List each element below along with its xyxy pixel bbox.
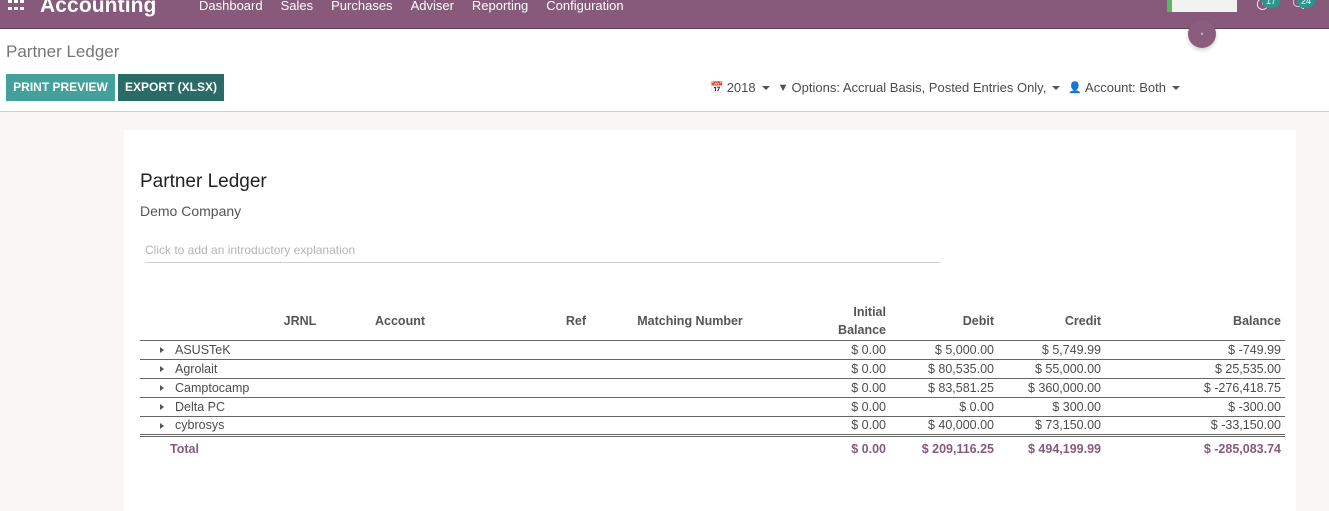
loading-indicator: • [1188, 20, 1216, 48]
partner-name: cybrosys [175, 418, 225, 432]
activity-count-badge: 17 [1262, 0, 1280, 8]
caret-down-icon [1052, 85, 1061, 90]
col-balance: Balance [1105, 302, 1285, 341]
partner-name: Camptocamp [175, 380, 250, 395]
col-partner [140, 302, 270, 341]
table-row[interactable]: Delta PC $ 0.00 $ 0.00 $ 300.00 $ -300.0… [140, 397, 1285, 417]
credit-cell: $ 73,150.00 [998, 416, 1105, 437]
debit-cell: $ 0.00 [890, 397, 998, 417]
col-credit: Credit [998, 302, 1105, 341]
intro-explanation-field[interactable]: Click to add an introductory explanation [145, 243, 940, 263]
total-label: Total [170, 441, 199, 456]
debit-cell: $ 40,000.00 [890, 416, 998, 437]
initial-balance-cell: $ 0.00 [790, 416, 890, 437]
table-row[interactable]: Camptocamp $ 0.00 $ 83,581.25 $ 360,000.… [140, 378, 1285, 398]
caret-right-icon[interactable] [160, 422, 164, 429]
initial-balance-cell: $ 0.00 [790, 340, 890, 360]
caret-right-icon[interactable] [160, 404, 164, 411]
menu-reporting[interactable]: Reporting [472, 0, 528, 13]
partner-cell[interactable]: cybrosys [140, 416, 270, 437]
partner-name: ASUSTeK [175, 342, 231, 357]
user-icon: 👤 [1068, 82, 1083, 94]
caret-down-icon [1172, 85, 1180, 90]
total-initial-balance: $ 0.00 [851, 441, 886, 456]
col-jrnl: JRNL [270, 302, 330, 341]
col-matching-number: Matching Number [590, 302, 790, 341]
messages-count-badge: 24 [1297, 0, 1315, 8]
initial-balance-cell: $ 0.00 [790, 378, 890, 398]
menu-adviser[interactable]: Adviser [411, 0, 454, 13]
breadcrumb: Partner Ledger [6, 42, 120, 61]
partner-name: Delta PC [175, 399, 226, 414]
report-filters: 📅 2018 ▼ Options: Accrual Basis, Posted … [710, 80, 1188, 95]
credit-cell: $ 300.00 [998, 397, 1105, 417]
col-account: Account [330, 302, 470, 341]
table-header-row: JRNL Account Ref Matching Number Initial… [140, 302, 1285, 341]
initial-balance-cell: $ 0.00 [790, 397, 890, 417]
menu-purchases[interactable]: Purchases [331, 0, 392, 13]
debit-cell: $ 83,581.25 [890, 378, 998, 398]
partner-cell[interactable]: ASUSTeK [140, 340, 270, 360]
partner-cell[interactable]: Delta PC [140, 397, 270, 417]
main-menu: Dashboard Sales Purchases Adviser Report… [199, 0, 642, 13]
partner-name: Agrolait [175, 361, 218, 376]
total-row: Total $ 0.00 $ 209,116.25 $ 494,199.99 $… [140, 435, 1285, 461]
credit-cell: $ 360,000.00 [998, 378, 1105, 398]
control-panel: Partner Ledger PRINT PREVIEW EXPORT (XLS… [0, 29, 1329, 112]
initial-balance-cell: $ 0.00 [790, 359, 890, 379]
col-ref: Ref [470, 302, 590, 341]
systray-search-input[interactable] [1167, 0, 1237, 12]
table-row[interactable]: ASUSTeK $ 0.00 $ 5,000.00 $ 5,749.99 $ -… [140, 340, 1285, 360]
menu-dashboard[interactable]: Dashboard [199, 0, 263, 13]
report-company: Demo Company [140, 203, 242, 219]
balance-cell: $ -300.00 [1105, 397, 1285, 417]
credit-cell: $ 55,000.00 [998, 359, 1105, 379]
total-credit: $ 494,199.99 [1028, 441, 1101, 456]
table-row[interactable]: cybrosys $ 0.00 $ 40,000.00 $ 73,150.00 … [140, 416, 1285, 437]
balance-cell: $ -749.99 [1105, 340, 1285, 360]
options-filter-label: Options: Accrual Basis, Posted Entries O… [791, 80, 1047, 95]
caret-right-icon[interactable] [160, 347, 164, 354]
print-preview-button[interactable]: PRINT PREVIEW [6, 74, 115, 101]
credit-cell: $ 5,749.99 [998, 340, 1105, 360]
debit-cell: $ 80,535.00 [890, 359, 998, 379]
partner-ledger-table: JRNL Account Ref Matching Number Initial… [140, 302, 1285, 461]
menu-configuration[interactable]: Configuration [546, 0, 623, 13]
balance-cell: $ 25,535.00 [1105, 359, 1285, 379]
account-filter-label: Account: Both [1085, 80, 1166, 95]
account-filter-dropdown[interactable]: 👤 Account: Both [1068, 80, 1180, 95]
balance-cell: $ -276,418.75 [1105, 378, 1285, 398]
col-initial-line2: Balance [838, 322, 886, 337]
options-filter-dropdown[interactable]: ▼ Options: Accrual Basis, Posted Entries… [778, 80, 1061, 95]
top-navbar: Accounting Dashboard Sales Purchases Adv… [0, 0, 1329, 29]
calendar-icon: 📅 [710, 82, 724, 94]
debit-cell: $ 5,000.00 [890, 340, 998, 360]
filter-icon: ▼ [777, 81, 789, 94]
partner-cell[interactable]: Camptocamp [140, 378, 270, 398]
report-sheet: Partner Ledger Demo Company Click to add… [124, 130, 1296, 511]
table-row[interactable]: Agrolait $ 0.00 $ 80,535.00 $ 55,000.00 … [140, 359, 1285, 379]
caret-right-icon[interactable] [160, 385, 164, 392]
total-balance: $ -285,083.74 [1203, 441, 1281, 456]
col-initial-line1: Initial [853, 304, 886, 319]
export-xlsx-button[interactable]: EXPORT (XLSX) [118, 74, 224, 101]
balance-cell: $ -33,150.00 [1105, 416, 1285, 437]
col-initial-balance: Initial Balance [790, 302, 890, 341]
col-debit: Debit [890, 302, 998, 341]
partner-cell[interactable]: Agrolait [140, 359, 270, 379]
caret-down-icon [761, 85, 770, 90]
app-name: Accounting [40, 0, 157, 17]
date-filter-label: 2018 [726, 80, 756, 95]
caret-right-icon[interactable] [160, 366, 164, 373]
apps-menu-icon[interactable] [8, 0, 24, 12]
menu-sales[interactable]: Sales [281, 0, 314, 13]
report-title: Partner Ledger [140, 171, 267, 192]
date-filter-dropdown[interactable]: 📅 2018 [710, 80, 770, 95]
total-debit: $ 209,116.25 [921, 441, 994, 456]
